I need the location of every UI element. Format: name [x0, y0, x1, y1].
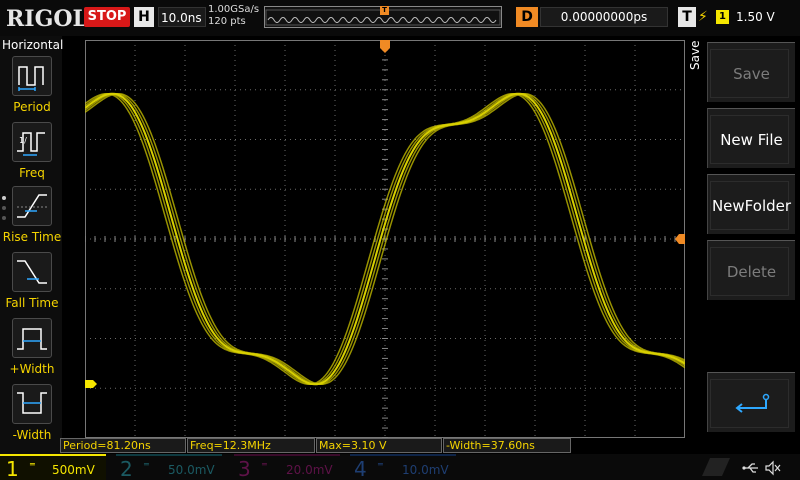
acquisition-info: 1.00GSa/s 120 pts [208, 4, 259, 28]
memory-position-bar: T [264, 6, 502, 28]
period-label: Period [13, 100, 51, 114]
channel-2-scale: 50.0mV [168, 463, 215, 477]
channel-3-tab[interactable]: 3 ═ 20.0mV [234, 454, 340, 480]
horizontal-label: H [134, 7, 154, 27]
rise-time-label: Rise Time [2, 230, 62, 244]
run-stop-status[interactable]: STOP [84, 7, 130, 27]
trigger-level-marker [675, 234, 685, 244]
channel-bar: 1 ═ 500mV 2 ═ 50.0mV 3 ═ 20.0mV 4 ═ 10.0… [0, 454, 800, 480]
negative-width-label: -Width [12, 428, 52, 442]
measure-freq-button[interactable]: 1/ Freq [4, 122, 60, 186]
timebase-value[interactable]: 10.0ns [158, 7, 206, 27]
return-button[interactable] [707, 372, 795, 432]
freq-label: Freq [19, 166, 45, 180]
trigger-source: 1 [716, 10, 729, 24]
svg-text:1/: 1/ [19, 136, 27, 145]
measure-result-max: Max=3.10 V [316, 438, 442, 453]
channel-4-scale: 10.0mV [402, 463, 449, 477]
save-menu-title: Save [688, 40, 702, 70]
channel-1-offset-marker [85, 380, 97, 388]
usb-icon [742, 463, 758, 473]
waveform-display[interactable] [84, 39, 686, 439]
measure-rise-time-button[interactable]: Rise Time [3, 186, 61, 250]
dc-coupling-icon: ═ [378, 460, 383, 469]
negative-width-icon [12, 384, 52, 424]
dc-coupling-icon: ═ [262, 460, 267, 469]
measure-negative-width-button[interactable]: -Width [4, 384, 60, 448]
return-arrow-icon [735, 393, 770, 413]
rising-edge-icon: ⚡ [698, 9, 708, 25]
channel-1-number: 1 [6, 457, 19, 480]
positive-width-label: +Width [9, 362, 55, 376]
status-icons [702, 458, 781, 476]
measure-result-neg-width: -Width=37.60ns [443, 438, 571, 453]
fall-time-label: Fall Time [5, 296, 59, 310]
period-measure-icon [12, 56, 52, 96]
channel-2-tab[interactable]: 2 ═ 50.0mV [116, 454, 222, 480]
measure-result-period: Period=81.20ns [60, 438, 186, 453]
channel-1-tab[interactable]: 1 ═ 500mV [0, 454, 106, 480]
channel-2-number: 2 [120, 457, 133, 480]
dc-coupling-icon: ═ [30, 460, 35, 469]
channel-1-scale: 500mV [52, 463, 95, 477]
measure-result-freq: Freq=12.3MHz [187, 438, 315, 453]
new-folder-button[interactable]: NewFolder [707, 174, 795, 234]
sample-rate: 1.00GSa/s [208, 4, 260, 15]
channel-3-number: 3 [238, 457, 251, 480]
brand-logo: RIGOL [6, 6, 88, 32]
trigger-position-marker: T [380, 6, 389, 15]
memory-depth: 120 pts [208, 16, 246, 27]
channel-4-number: 4 [354, 457, 367, 480]
speaker-muted-icon [765, 460, 781, 476]
delay-label: D [516, 7, 538, 27]
measure-menu-title: Horizontal [2, 38, 64, 52]
trigger-level[interactable]: 1.50 V [736, 7, 775, 27]
measure-positive-width-button[interactable]: +Width [4, 318, 60, 382]
positive-width-icon [12, 318, 52, 358]
rise-time-icon [12, 186, 52, 226]
measure-period-button[interactable]: Period [4, 56, 60, 120]
new-file-button[interactable]: New File [707, 108, 795, 168]
channel-4-tab[interactable]: 4 ═ 10.0mV [350, 454, 456, 480]
delete-button[interactable]: Delete [707, 240, 795, 300]
trigger-time-marker [380, 40, 390, 53]
measure-menu: Horizontal Period 1/ Freq Rise Time Fall… [0, 36, 64, 454]
trigger-label: T [678, 7, 696, 27]
frequency-measure-icon: 1/ [12, 122, 52, 162]
measure-fall-time-button[interactable]: Fall Time [4, 252, 60, 316]
dc-coupling-icon: ═ [144, 460, 149, 469]
fall-time-icon [12, 252, 52, 292]
save-button[interactable]: Save [707, 42, 795, 102]
graticule [84, 39, 686, 439]
top-status-bar: RIGOL STOP H 10.0ns 1.00GSa/s 120 pts T … [0, 0, 800, 36]
delay-value[interactable]: 0.00000000ps [540, 7, 668, 27]
channel-3-scale: 20.0mV [286, 463, 333, 477]
